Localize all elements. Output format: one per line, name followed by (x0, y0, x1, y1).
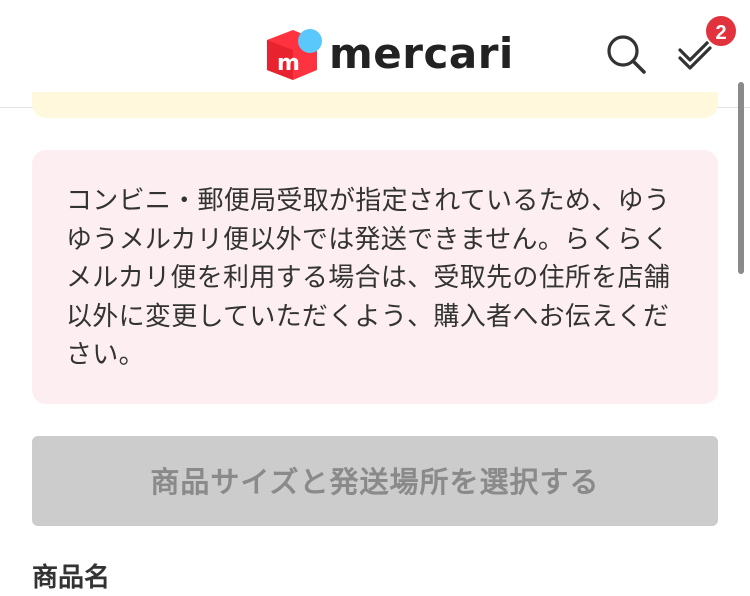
mercari-logo[interactable]: m mercari (263, 24, 513, 84)
select-size-button[interactable]: 商品サイズと発送場所を選択する (32, 436, 718, 526)
search-button[interactable] (604, 32, 648, 76)
search-icon (607, 35, 646, 74)
logo-wordmark: mercari (329, 29, 514, 78)
shipping-alert-box: コンビニ・郵便局受取が指定されているため、ゆうゆうメルカリ便以外では発送できませ… (32, 150, 718, 404)
scrollbar[interactable] (738, 82, 744, 274)
info-notice-box (32, 92, 718, 118)
mercari-logo-icon: m (267, 29, 322, 80)
notification-badge: 2 (704, 14, 738, 48)
svg-text:m: m (277, 51, 300, 76)
shipping-alert-text: コンビニ・郵便局受取が指定されているため、ゆうゆうメルカリ便以外では発送できませ… (66, 186, 671, 370)
